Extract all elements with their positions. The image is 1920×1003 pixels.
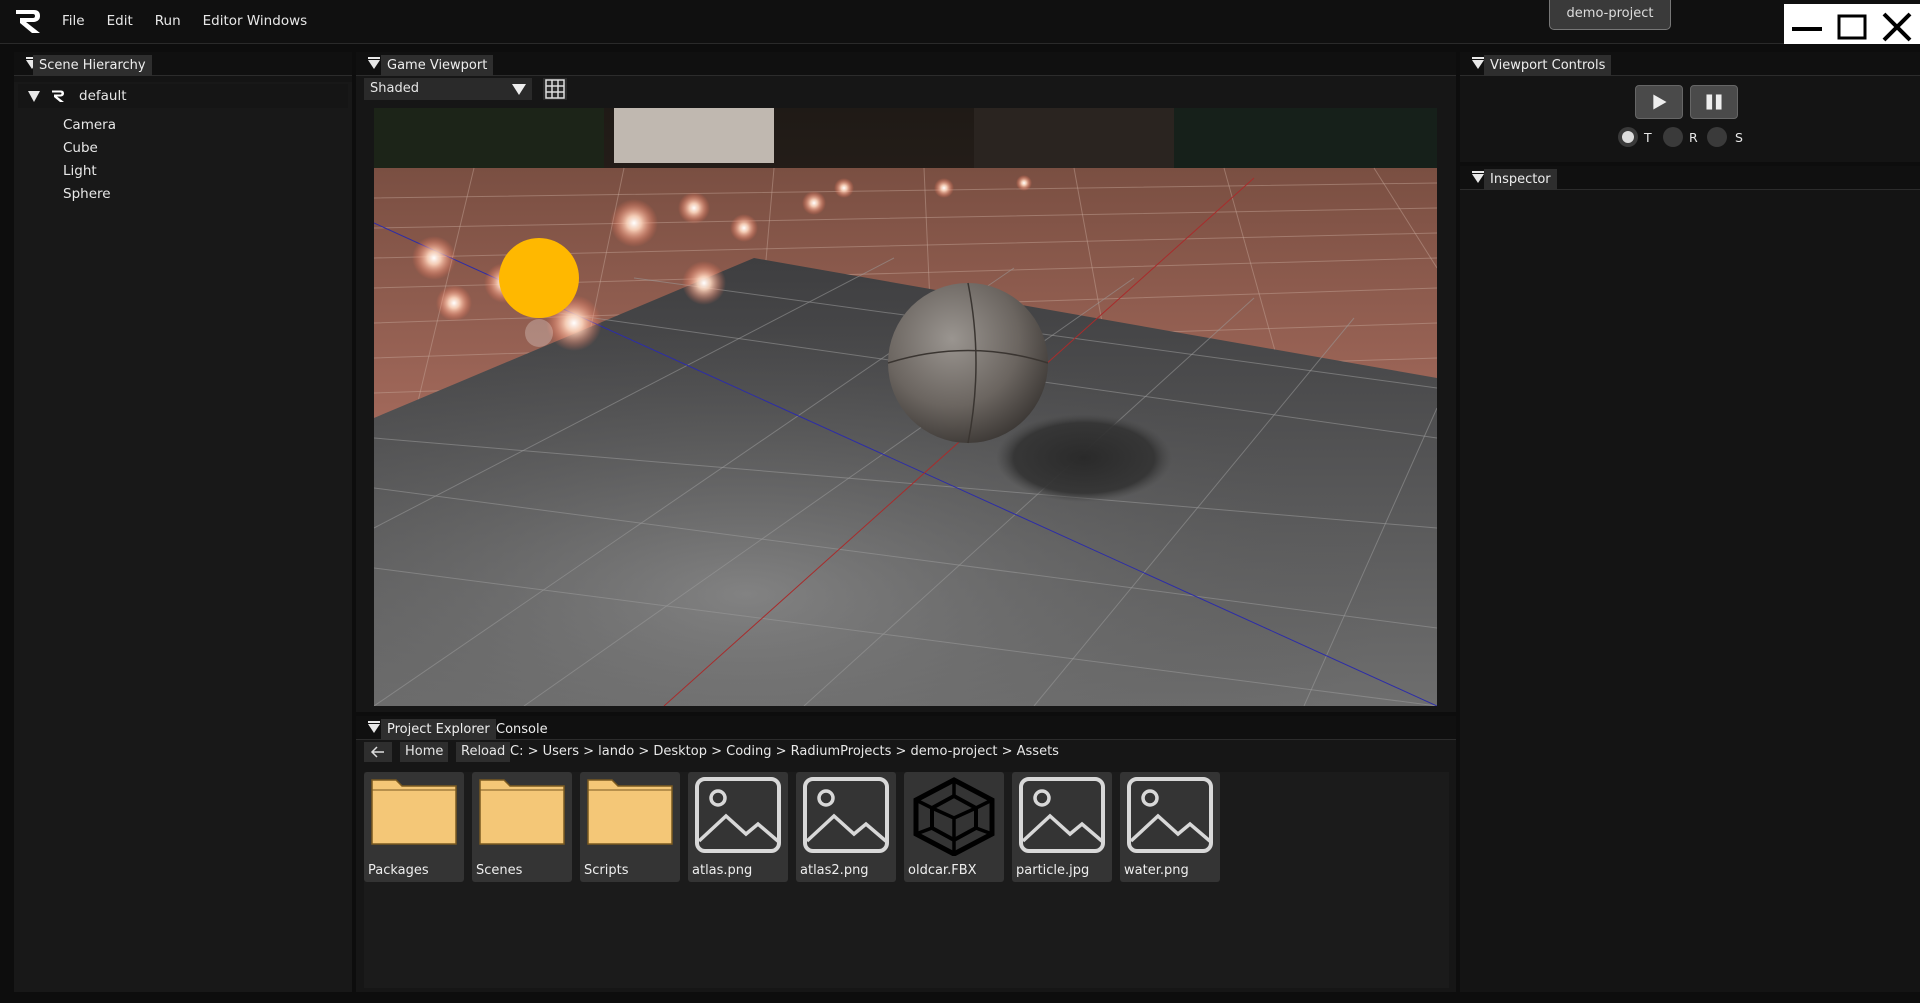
close-icon[interactable] [1876,8,1920,48]
maximize-icon[interactable] [1830,8,1874,48]
folder-icon [587,779,673,845]
3d-model-cube-icon [913,777,995,856]
rotate-mode-label: R [1689,130,1698,145]
asset-item-atlas-png[interactable]: atlas.png [688,772,788,882]
back-arrow-icon[interactable] [364,742,392,762]
reload-button[interactable]: Reload [456,742,511,762]
asset-name: particle.jpg [1016,863,1090,878]
viewport-controls-panel: Viewport Controls T R S [1460,52,1920,162]
asset-name: atlas2.png [800,863,869,878]
asset-item-atlas2-png[interactable]: atlas2.png [796,772,896,882]
menu-bar: File Edit Run Editor Windows [62,13,307,29]
asset-name: Packages [368,863,429,878]
window-controls [1784,4,1920,44]
shading-mode-dropdown[interactable]: Shaded [364,78,532,100]
grid-toggle-icon[interactable] [543,78,567,100]
pause-icon[interactable] [1690,85,1738,119]
3d-viewport[interactable] [374,108,1437,706]
title-bar: File Edit Run Editor Windows demo-projec… [0,0,1920,44]
translate-mode-label: T [1644,130,1652,145]
image-file-icon [695,777,781,853]
menu-editor-windows[interactable]: Editor Windows [203,13,308,29]
rotate-mode-radio[interactable] [1663,127,1683,147]
asset-item-oldcar-fbx[interactable]: oldcar.FBX [904,772,1004,882]
translate-mode-radio[interactable] [1618,127,1638,147]
image-file-icon [1019,777,1105,853]
asset-item-scripts[interactable]: Scripts [580,772,680,882]
project-name-tab[interactable]: demo-project [1549,0,1671,30]
menu-edit[interactable]: Edit [107,13,133,29]
shading-mode-value: Shaded [370,81,419,96]
breadcrumb-path: C: > Users > lando > Desktop > Coding > … [510,744,1059,759]
panel-collapse-icon[interactable] [1472,171,1484,183]
scale-mode-label: S [1735,130,1743,145]
hierarchy-item-sphere[interactable]: Sphere [63,186,111,202]
asset-item-particle-jpg[interactable]: particle.jpg [1012,772,1112,882]
asset-item-scenes[interactable]: Scenes [472,772,572,882]
tab-viewport-controls[interactable]: Viewport Controls [1484,55,1612,76]
hierarchy-item-cube[interactable]: Cube [63,140,98,156]
menu-run[interactable]: Run [155,13,181,29]
hierarchy-item-light[interactable]: Light [63,163,97,179]
hierarchy-root-default[interactable]: default [18,84,348,108]
image-file-icon [1127,777,1213,853]
panel-collapse-icon[interactable] [1472,57,1484,69]
panel-collapse-icon[interactable] [368,721,380,733]
asset-name: oldcar.FBX [908,863,977,878]
folder-icon [371,779,457,845]
asset-item-packages[interactable]: Packages [364,772,464,882]
hierarchy-item-camera[interactable]: Camera [63,117,116,133]
home-button[interactable]: Home [400,742,449,762]
asset-name: Scripts [584,863,629,878]
play-icon[interactable] [1635,85,1683,119]
hierarchy-tree: default Camera Cube Light Sphere [14,82,352,992]
tab-project-explorer[interactable]: Project Explorer [381,719,496,740]
hierarchy-root-label: default [79,88,127,104]
scene-icon [52,90,64,102]
minimize-icon[interactable] [1784,8,1828,48]
asset-item-water-png[interactable]: water.png [1120,772,1220,882]
project-explorer-panel: Project Explorer Console Home Reload C: … [356,716,1456,992]
asset-name: water.png [1124,863,1189,878]
game-viewport-panel: Game Viewport Shaded [356,52,1456,712]
asset-name: Scenes [476,863,523,878]
scene-hierarchy-panel: Scene Hierarchy default Camera Cube Ligh… [14,52,352,992]
asset-name: atlas.png [692,863,753,878]
expand-triangle-icon[interactable] [28,91,40,102]
tab-game-viewport[interactable]: Game Viewport [381,55,494,76]
radium-logo-icon [16,10,40,33]
tab-scene-hierarchy[interactable]: Scene Hierarchy [33,55,152,76]
tab-console[interactable]: Console [490,719,554,740]
menu-file[interactable]: File [62,13,85,29]
chevron-down-icon [512,84,526,95]
folder-icon [479,779,565,845]
scale-mode-radio[interactable] [1707,127,1727,147]
tab-inspector[interactable]: Inspector [1484,169,1557,190]
inspector-panel: Inspector [1460,166,1920,992]
image-file-icon [803,777,889,853]
asset-grid: Packages Scenes Scripts atlas.png atlas2… [364,772,1449,988]
panel-collapse-icon[interactable] [368,57,380,69]
